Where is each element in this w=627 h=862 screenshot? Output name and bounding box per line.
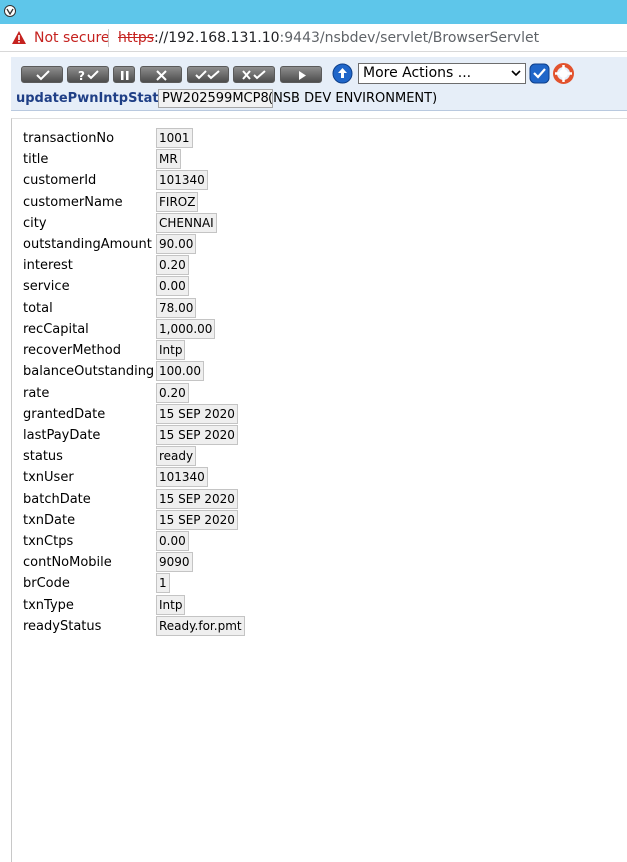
cross-check-icon: [242, 70, 266, 80]
field-label: recCapital: [23, 322, 89, 337]
url-path: :9443/nsbdev/servlet/BrowserServlet: [279, 30, 540, 46]
field-label: rate: [23, 386, 50, 401]
field-label: status: [23, 449, 63, 464]
commit-button[interactable]: [21, 66, 63, 83]
field-label: customerId: [23, 173, 97, 188]
field-value: Ready.for.pmt: [156, 616, 245, 636]
field-value: 0.00: [156, 276, 189, 296]
field-label: txnType: [23, 598, 74, 613]
next-button[interactable]: [280, 66, 322, 83]
field-label: recoverMethod: [23, 343, 121, 358]
field-value: 0.20: [156, 255, 189, 275]
environment-label: (NSB DEV ENVIRONMENT): [268, 91, 438, 106]
field-value: 15 SEP 2020: [156, 489, 238, 509]
field-label: customerName: [23, 195, 123, 210]
browser-titlebar: [0, 0, 627, 24]
reverse-button[interactable]: [233, 66, 275, 83]
field-label: title: [23, 152, 49, 167]
field-label: total: [23, 301, 53, 316]
field-label: city: [23, 216, 47, 231]
field-value: 9090: [156, 552, 193, 572]
field-value: 1001: [156, 128, 193, 148]
field-value: 90.00: [156, 234, 197, 254]
field-value: Intp: [156, 595, 186, 615]
divider: [108, 29, 109, 47]
cross-icon: [156, 70, 167, 81]
service-id: PW202599MCP8: [158, 89, 273, 108]
field-value: MR: [156, 149, 181, 169]
field-label: brCode: [23, 576, 70, 591]
field-label: contNoMobile: [23, 555, 112, 570]
service-name: updatePwnIntpStatus: [16, 91, 176, 106]
field-label: txnCtps: [23, 534, 74, 549]
field-value: CHENNAI: [156, 213, 217, 233]
question-check-icon: ?: [78, 69, 99, 83]
field-value: 1: [156, 573, 170, 593]
field-value: 100.00: [156, 361, 204, 381]
security-label[interactable]: Not secure: [34, 30, 110, 46]
field-label: readyStatus: [23, 619, 102, 634]
hold-button[interactable]: [113, 66, 135, 83]
field-label: txnUser: [23, 470, 74, 485]
warning-icon: [12, 31, 26, 44]
field-label: grantedDate: [23, 407, 106, 422]
go-icon[interactable]: [529, 63, 550, 84]
chevron-down-icon: [511, 70, 521, 77]
app-toolbar: ? More Actions ... updatePwnIntpStatus P…: [11, 57, 627, 111]
address-bar[interactable]: Not secure https://192.168.131.10:9443/n…: [0, 24, 627, 52]
upload-icon[interactable]: [332, 63, 353, 84]
field-value: 15 SEP 2020: [156, 404, 238, 424]
pause-icon: [121, 71, 129, 80]
delete-button[interactable]: [140, 66, 182, 83]
field-label: outstandingAmount: [23, 237, 152, 252]
field-label: batchDate: [23, 492, 91, 507]
field-value: 1,000.00: [156, 319, 216, 339]
more-actions-select[interactable]: More Actions ...: [358, 63, 526, 84]
field-label: balanceOutstanding: [23, 364, 155, 379]
app-icon: [4, 5, 16, 17]
double-check-icon: [195, 70, 220, 80]
url-text[interactable]: https://192.168.131.10:9443/nsbdev/servl…: [118, 30, 539, 46]
record-form: transactionNo 1001 title MR customerId 1013…: [11, 118, 627, 862]
help-icon[interactable]: [553, 63, 574, 84]
url-host: ://192.168.131.10: [154, 30, 280, 46]
more-actions-label: More Actions ...: [363, 65, 472, 81]
field-value: 101340: [156, 170, 208, 190]
field-label: interest: [23, 258, 73, 273]
field-label: service: [23, 279, 70, 294]
field-value: 0.00: [156, 531, 189, 551]
field-value: 78.00: [156, 298, 197, 318]
svg-text:?: ?: [78, 69, 85, 83]
field-value: 15 SEP 2020: [156, 510, 238, 530]
check-icon: [36, 70, 50, 81]
validate-button[interactable]: ?: [67, 66, 109, 83]
field-value: Intp: [156, 340, 186, 360]
field-value: FIROZ: [156, 192, 199, 212]
field-label: txnDate: [23, 513, 76, 528]
field-label: lastPayDate: [23, 428, 101, 443]
url-scheme: https: [118, 30, 155, 46]
field-value: ready: [156, 446, 197, 466]
field-label: transactionNo: [23, 131, 115, 146]
field-value: 101340: [156, 467, 208, 487]
authorise-button[interactable]: [187, 66, 229, 83]
field-value: 15 SEP 2020: [156, 425, 238, 445]
play-icon: [299, 71, 306, 80]
field-value: 0.20: [156, 383, 189, 403]
